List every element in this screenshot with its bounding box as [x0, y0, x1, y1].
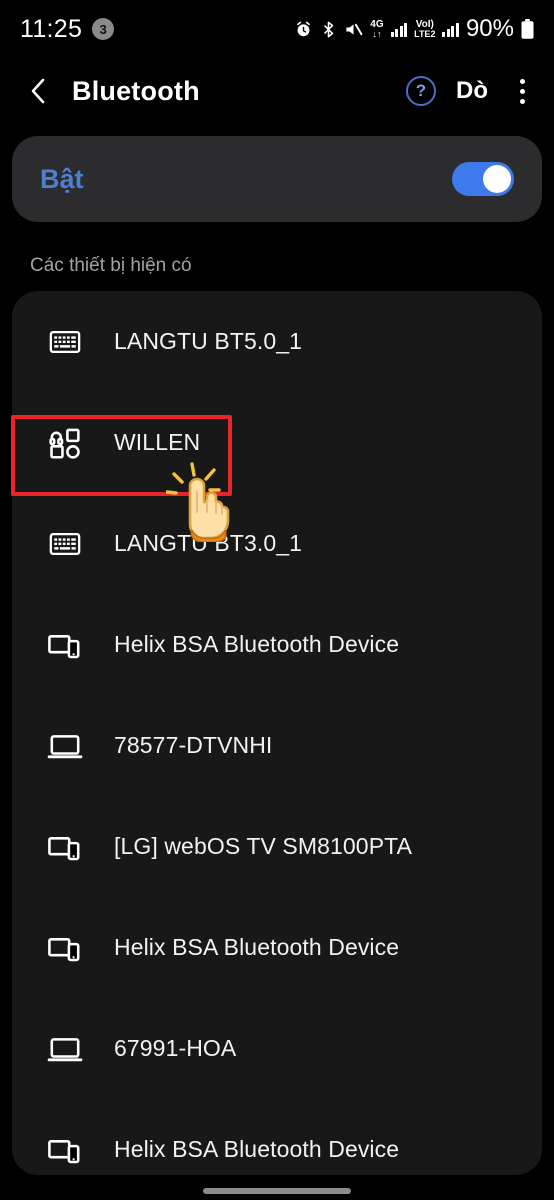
- device-row-langtu-bt50[interactable]: LANGTU BT5.0_1: [12, 291, 542, 392]
- signal-bars-2-icon: [442, 22, 459, 37]
- keyboard-icon: [42, 521, 88, 567]
- back-button[interactable]: [18, 71, 58, 111]
- status-bar-right: 4G ↓↑ VoI) LTE2 90%: [294, 15, 534, 43]
- device-row-willen[interactable]: WILLEN: [12, 392, 542, 493]
- device-name: LANGTU BT3.0_1: [114, 530, 303, 556]
- device-name: Helix BSA Bluetooth Device: [114, 1136, 400, 1162]
- alarm-icon: [294, 20, 313, 39]
- device-row-helix-1[interactable]: Helix BSA Bluetooth Device: [12, 594, 542, 695]
- battery-percent: 90%: [465, 15, 514, 42]
- device-name: LANGTU BT5.0_1: [114, 328, 303, 354]
- device-name: 78577-DTVNHI: [114, 732, 273, 758]
- volte-lte2-icon: VoI) LTE2: [414, 18, 436, 39]
- toggle-knob: [483, 165, 511, 193]
- mute-icon: [344, 20, 363, 39]
- device-row-67991-hoa[interactable]: 67991-HOA: [12, 998, 542, 1099]
- status-bar: 11:25 3 4G ↓↑ VoI) LTE2 90%: [0, 0, 554, 58]
- tablet-phone-icon: [42, 1127, 88, 1173]
- kebab-menu-icon[interactable]: [508, 74, 536, 108]
- bluetooth-state-label: Bật: [40, 163, 84, 194]
- bluetooth-toggle-switch[interactable]: [452, 162, 514, 196]
- 4g-data-icon: 4G ↓↑: [370, 18, 384, 39]
- available-devices-header: Các thiết bị hiện có: [30, 255, 192, 276]
- device-row-helix-2[interactable]: Helix BSA Bluetooth Device: [12, 897, 542, 998]
- home-indicator: [203, 1188, 351, 1194]
- app-header: Bluetooth ? Dò: [0, 58, 554, 124]
- bluetooth-toggle-card[interactable]: Bật: [12, 136, 542, 222]
- device-name: [LG] webOS TV SM8100PTA: [114, 833, 413, 859]
- device-row-helix-3[interactable]: Helix BSA Bluetooth Device: [12, 1099, 542, 1175]
- device-list: LANGTU BT5.0_1 WILLEN LANGTU BT3.0_1 Hel…: [12, 291, 542, 1175]
- laptop-icon: [42, 723, 88, 769]
- device-name: Helix BSA Bluetooth Device: [114, 934, 400, 960]
- laptop-icon: [42, 1026, 88, 1072]
- notification-count-badge: 3: [92, 18, 115, 40]
- status-clock: 11:25: [20, 14, 83, 43]
- chevron-left-icon: [31, 78, 45, 104]
- generic-device-icon: [42, 420, 88, 466]
- device-row-78577-dtvnhi[interactable]: 78577-DTVNHI: [12, 695, 542, 796]
- page-title: Bluetooth: [72, 75, 200, 106]
- tablet-phone-icon: [42, 925, 88, 971]
- bluetooth-icon: [320, 20, 337, 39]
- device-row-langtu-bt30[interactable]: LANGTU BT3.0_1: [12, 493, 542, 594]
- keyboard-icon: [42, 319, 88, 365]
- header-actions: ? Dò: [406, 74, 536, 108]
- battery-icon: [521, 19, 534, 39]
- scan-button[interactable]: Dò: [456, 77, 488, 105]
- device-row-lg-webos-tv[interactable]: [LG] webOS TV SM8100PTA: [12, 796, 542, 897]
- phone-screen: 11:25 3 4G ↓↑ VoI) LTE2 90% Bluetooth ? …: [0, 0, 554, 1200]
- device-name: WILLEN: [114, 429, 201, 455]
- signal-bars-icon: [390, 22, 408, 37]
- device-name: 67991-HOA: [114, 1035, 237, 1061]
- tablet-phone-icon: [42, 824, 88, 870]
- status-bar-left: 11:25 3: [20, 14, 115, 44]
- device-name: Helix BSA Bluetooth Device: [114, 631, 400, 657]
- tablet-phone-icon: [42, 622, 88, 668]
- help-icon[interactable]: ?: [406, 76, 436, 106]
